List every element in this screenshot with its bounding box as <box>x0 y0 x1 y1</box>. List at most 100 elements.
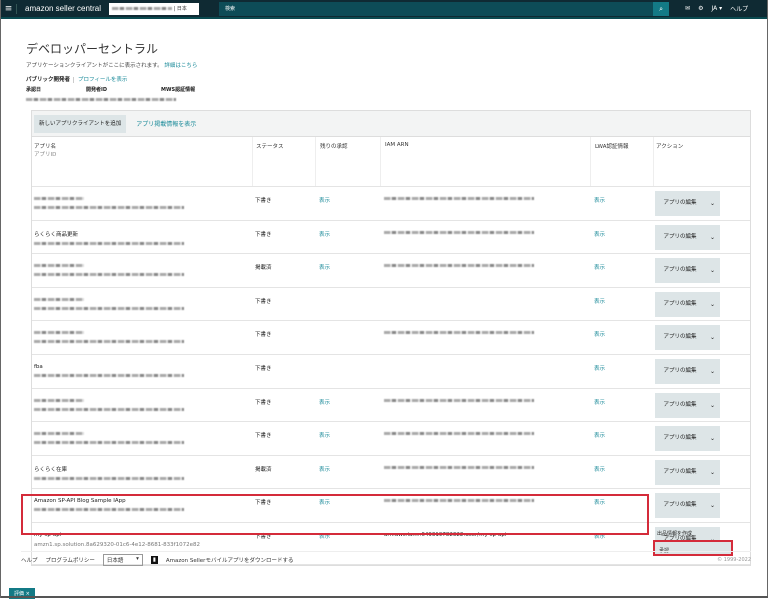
edit-app-label: アプリの編集 <box>655 434 705 443</box>
chevron-down-icon[interactable]: ⌄ <box>705 301 720 308</box>
chevron-down-icon[interactable]: ⌄ <box>705 234 720 241</box>
create-listing-item[interactable]: 出品情報を作成 <box>653 527 721 540</box>
chevron-down-icon[interactable]: ⌄ <box>705 368 720 375</box>
language-value: 日本語 <box>107 556 124 564</box>
remaining-link[interactable]: 表示 <box>319 232 330 238</box>
developer-type: パブリック開発者 <box>26 77 70 83</box>
app-id: amzn1.sp.solution.8a629320-01c6-4e12-868… <box>34 542 252 548</box>
status: 下書き <box>252 221 315 254</box>
mobile-app-link[interactable]: Amazon Sellerモバイルアプリをダウンロードする <box>166 556 294 564</box>
edit-app-label: アプリの編集 <box>655 401 705 410</box>
edit-app-button[interactable]: アプリの編集⌄ <box>655 258 720 283</box>
edit-app-label: アプリの編集 <box>655 300 705 309</box>
logo[interactable]: amazon seller central <box>25 4 101 13</box>
chevron-down-icon[interactable]: ⌄ <box>705 469 720 476</box>
app-name: らくらく商品更新 <box>34 230 252 238</box>
col-action: アクション <box>653 137 683 186</box>
edit-app-button[interactable]: アプリの編集⌄ <box>655 426 720 451</box>
redacted-app-id <box>34 206 184 209</box>
col-iam-arn: IAM ARN <box>380 137 590 186</box>
edit-app-label: アプリの編集 <box>655 266 705 275</box>
edit-app-button[interactable]: アプリの編集⌄ <box>655 225 720 250</box>
redacted-app-id <box>34 242 184 245</box>
remaining-link[interactable]: 表示 <box>319 265 330 271</box>
edit-app-button[interactable]: アプリの編集⌄ <box>655 325 720 350</box>
lwa-link[interactable]: 表示 <box>594 467 605 473</box>
lwa-link[interactable]: 表示 <box>594 299 605 305</box>
top-nav: ≡ amazon seller central | 日本 検索⌕ ✉ ⚙ JA … <box>1 0 767 19</box>
view-app-listing-link[interactable]: アプリ掲載情報を表示 <box>136 119 196 128</box>
col-app-id: アプリID <box>34 150 252 158</box>
copyright: © 1999-2022 <box>717 557 751 563</box>
mws-credentials-label: MWS認証情報 <box>161 86 195 93</box>
search-input[interactable]: 検索⌕ <box>219 2 669 16</box>
table-row: 掲載済 表示 表示 アプリの編集⌄ <box>32 254 750 288</box>
table-row: fba 下書き 表示 アプリの編集⌄ <box>32 355 750 389</box>
lwa-link[interactable]: 表示 <box>594 232 605 238</box>
edit-app-button[interactable]: アプリの編集⌄ <box>655 493 720 518</box>
table-row: らくらく商品更新 下書き 表示 表示 アプリの編集⌄ <box>32 221 750 255</box>
menu-icon[interactable]: ≡ <box>1 4 17 14</box>
help-link[interactable]: ヘルプ <box>730 4 748 13</box>
account-switcher[interactable]: | 日本 <box>109 3 199 15</box>
page-subtitle: アプリケーションクライアントがここに表示されます。 <box>26 63 163 69</box>
lwa-link[interactable]: 表示 <box>594 366 605 372</box>
remaining-link[interactable]: 表示 <box>319 400 330 406</box>
redacted-iam <box>384 197 534 200</box>
table-row: 下書き 表示 アプリの編集⌄ <box>32 321 750 355</box>
chevron-down-icon[interactable]: ⌄ <box>705 334 720 341</box>
footer-policy[interactable]: プログラムポリシー <box>46 556 95 564</box>
table-row: 下書き 表示 表示 アプリの編集⌄ <box>32 187 750 221</box>
edit-app-button[interactable]: アプリの編集⌄ <box>655 292 720 317</box>
lwa-link[interactable]: 表示 <box>594 400 605 406</box>
chevron-down-icon[interactable]: ⌄ <box>705 502 720 509</box>
col-app-name: アプリ名 <box>34 142 252 150</box>
mobile-icon: ▮ <box>151 556 158 564</box>
redacted-app-id <box>34 374 184 377</box>
language-select[interactable]: 日本語▾ <box>103 554 143 566</box>
edit-app-label: アプリの編集 <box>655 501 705 510</box>
status: 掲載済 <box>252 254 315 287</box>
chevron-down-icon[interactable]: ⌄ <box>705 200 720 207</box>
chevron-down-icon[interactable]: ⌄ <box>705 267 720 274</box>
mail-icon[interactable]: ✉ <box>685 5 690 12</box>
lwa-link[interactable]: 表示 <box>594 265 605 271</box>
language-label: JA <box>711 5 717 12</box>
remaining-link[interactable]: 表示 <box>319 467 330 473</box>
details-link[interactable]: 詳細はこちら <box>164 63 197 69</box>
redacted-iam <box>384 466 534 469</box>
redacted-app-id <box>34 477 184 480</box>
col-remaining: 残りの承認 <box>315 137 380 186</box>
status: 下書き <box>252 288 315 321</box>
app-name: fba <box>34 364 252 370</box>
search-icon[interactable]: ⌕ <box>653 2 669 16</box>
redacted-iam <box>384 231 534 234</box>
redacted-app-id <box>34 307 184 310</box>
redacted-app-id <box>34 273 184 276</box>
language-menu[interactable]: JA ▾ <box>711 5 722 12</box>
edit-app-button[interactable]: アプリの編集⌄ <box>655 191 720 216</box>
edit-app-button[interactable]: アプリの編集⌄ <box>655 359 720 384</box>
redacted-iam <box>384 399 534 402</box>
add-app-client-button[interactable]: 新しいアプリクライアントを追加 <box>34 115 126 133</box>
gear-icon[interactable]: ⚙ <box>698 5 703 12</box>
edit-app-button[interactable]: アプリの編集⌄ <box>655 460 720 485</box>
redacted-app-id <box>34 441 184 444</box>
chevron-down-icon[interactable]: ⌄ <box>705 402 720 409</box>
redacted-name <box>34 264 84 267</box>
lwa-link[interactable]: 表示 <box>594 332 605 338</box>
remaining-link[interactable]: 表示 <box>319 433 330 439</box>
remaining-link[interactable]: 表示 <box>319 198 330 204</box>
page-title: デベロッパーセントラル <box>26 40 752 57</box>
chevron-down-icon[interactable]: ⌄ <box>705 435 720 442</box>
redacted-app-id <box>34 340 184 343</box>
lwa-link[interactable]: 表示 <box>594 433 605 439</box>
profile-link[interactable]: プロフィールを表示 <box>73 77 127 83</box>
edit-app-label: アプリの編集 <box>655 367 705 376</box>
redacted-iam <box>384 432 534 435</box>
lwa-link[interactable]: 表示 <box>594 198 605 204</box>
edit-app-button[interactable]: アプリの編集⌄ <box>655 393 720 418</box>
footer-help[interactable]: ヘルプ <box>21 556 38 564</box>
edit-app-label: アプリの編集 <box>655 333 705 342</box>
approval-date-label: 承認日 <box>26 86 86 93</box>
